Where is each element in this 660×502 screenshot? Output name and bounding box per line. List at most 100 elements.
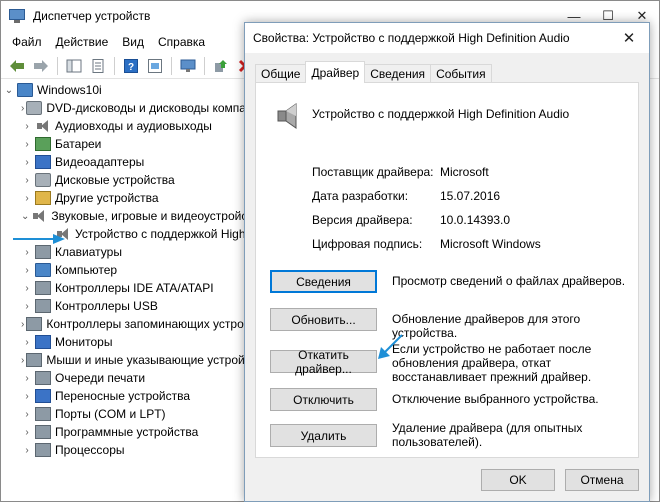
chevron-down-icon[interactable]: ⌄ [3, 85, 15, 96]
keyboard-icon [35, 245, 51, 259]
help-button[interactable]: ? [119, 55, 142, 77]
arrow-right-icon [33, 59, 48, 72]
chevron-right-icon[interactable]: › [21, 157, 33, 168]
tab-events[interactable]: События [430, 64, 492, 83]
tree-item[interactable]: ⌄ Звуковые, игровые и видеоустройства [1, 207, 246, 225]
chevron-right-icon[interactable]: › [21, 265, 33, 276]
disable-device-button[interactable]: Отключить [270, 388, 377, 411]
tree-item[interactable]: › Процессоры [1, 441, 246, 459]
tree-item[interactable]: › Переносные устройства [1, 387, 246, 405]
help-icon: ? [123, 58, 138, 73]
toolbar-separator [114, 56, 115, 75]
tree-item[interactable]: › Контроллеры запоминающих устройств [1, 315, 246, 333]
tree-item[interactable]: › Порты (COM и LPT) [1, 405, 246, 423]
chevron-right-icon[interactable]: › [21, 409, 33, 420]
tree-item[interactable]: › Контроллеры IDE ATA/ATAPI [1, 279, 246, 297]
update-driver-button[interactable] [209, 55, 232, 77]
chevron-right-icon[interactable]: › [21, 427, 33, 438]
properties-button[interactable] [86, 55, 109, 77]
chevron-right-icon[interactable]: › [21, 373, 33, 384]
update-driver-description: Обновление драйверов для этого устройств… [392, 312, 581, 340]
unknown-device-icon [35, 191, 51, 205]
speaker-icon [277, 103, 297, 129]
info-label: Поставщик драйвера: [312, 165, 434, 179]
chevron-right-icon[interactable]: › [21, 175, 33, 186]
dialog-close-button[interactable]: ✕ [609, 23, 649, 53]
chevron-right-icon[interactable]: › [21, 103, 24, 114]
tree-item[interactable]: › Мониторы [1, 333, 246, 351]
tab-general[interactable]: Общие [255, 64, 307, 83]
tab-details[interactable]: Сведения [364, 64, 432, 83]
display-adapter-icon [35, 155, 51, 169]
forward-button[interactable] [29, 55, 52, 77]
menu-file[interactable]: Файл [5, 35, 49, 49]
tree-item[interactable]: › Компьютер [1, 261, 246, 279]
chevron-right-icon[interactable]: › [21, 355, 24, 366]
tree-item[interactable]: › Очереди печати [1, 369, 246, 387]
tree-item[interactable]: › Программные устройства [1, 423, 246, 441]
printer-icon [35, 371, 51, 385]
chevron-right-icon[interactable]: › [21, 139, 33, 150]
chevron-right-icon[interactable]: › [21, 247, 33, 258]
tree-item[interactable]: › Мыши и иные указывающие устройства [1, 351, 246, 369]
toolbar-separator [171, 56, 172, 75]
tree-item[interactable]: › Аудиовходы и аудиовыходы [1, 117, 246, 135]
properties-dialog: Свойства: Устройство с поддержкой High D… [244, 22, 650, 502]
info-label: Дата разработки: [312, 189, 409, 203]
roll-back-driver-button[interactable]: Откатить драйвер... [270, 348, 377, 376]
chevron-right-icon[interactable]: › [21, 445, 33, 456]
back-button[interactable] [5, 55, 28, 77]
chevron-right-icon[interactable]: › [21, 391, 33, 402]
pointer-arrow-icon [378, 334, 403, 359]
driver-tab-panel: Устройство с поддержкой High Definition … [255, 82, 639, 458]
dialog-title-bar: Свойства: Устройство с поддержкой High D… [245, 23, 649, 53]
action-icon [147, 58, 162, 73]
chevron-down-icon[interactable]: ⌄ [21, 211, 29, 222]
scan-hardware-button[interactable] [176, 55, 199, 77]
tree-item[interactable]: › Видеоадаптеры [1, 153, 246, 171]
pointer-arrow-icon [13, 234, 65, 244]
chevron-right-icon[interactable]: › [21, 283, 33, 294]
info-value: Microsoft Windows [440, 237, 541, 251]
tree-item[interactable]: › Контроллеры USB [1, 297, 246, 315]
tree-item[interactable]: › Клавиатуры [1, 243, 246, 261]
info-label: Версия драйвера: [312, 213, 413, 227]
mouse-icon [26, 353, 43, 367]
usb-controller-icon [35, 299, 51, 313]
arrow-left-icon [9, 59, 24, 72]
driver-details-description: Просмотр сведений о файлах драйверов. [392, 274, 626, 288]
tab-strip: Общие Драйвер Сведения События [255, 61, 492, 83]
chevron-right-icon[interactable]: › [21, 121, 33, 132]
action-button[interactable] [143, 55, 166, 77]
tab-driver[interactable]: Драйвер [305, 61, 366, 83]
chevron-right-icon[interactable]: › [21, 337, 33, 348]
device-manager-icon [9, 9, 25, 23]
driver-details-button[interactable]: Сведения [270, 270, 377, 293]
menu-help[interactable]: Справка [151, 35, 212, 49]
toolbar-separator [57, 56, 58, 75]
chevron-right-icon[interactable]: › [21, 301, 33, 312]
processor-icon [35, 443, 51, 457]
tree-item[interactable]: › Дисковые устройства [1, 171, 246, 189]
port-icon [35, 407, 51, 421]
svg-text:?: ? [127, 62, 133, 73]
chevron-right-icon[interactable]: › [21, 193, 33, 204]
menu-view[interactable]: Вид [115, 35, 151, 49]
tree-item[interactable]: › DVD-дисководы и дисководы компакт-диск… [1, 99, 246, 117]
ide-controller-icon [35, 281, 51, 295]
window-title: Диспетчер устройств [33, 9, 151, 23]
dvd-drive-icon [26, 101, 43, 115]
chevron-right-icon[interactable]: › [21, 319, 24, 330]
update-driver-button[interactable]: Обновить... [270, 308, 377, 331]
uninstall-device-button[interactable]: Удалить [270, 424, 377, 447]
tree-root[interactable]: ⌄ Windows10i [1, 81, 246, 99]
console-tree-button[interactable] [62, 55, 85, 77]
battery-icon [35, 137, 51, 151]
tree-item[interactable]: › Другие устройства [1, 189, 246, 207]
cancel-button[interactable]: Отмена [565, 469, 639, 491]
speaker-icon [31, 209, 47, 223]
tree-item[interactable]: › Батареи [1, 135, 246, 153]
menu-action[interactable]: Действие [49, 35, 116, 49]
ok-button[interactable]: OK [481, 469, 555, 491]
properties-icon [92, 58, 103, 73]
